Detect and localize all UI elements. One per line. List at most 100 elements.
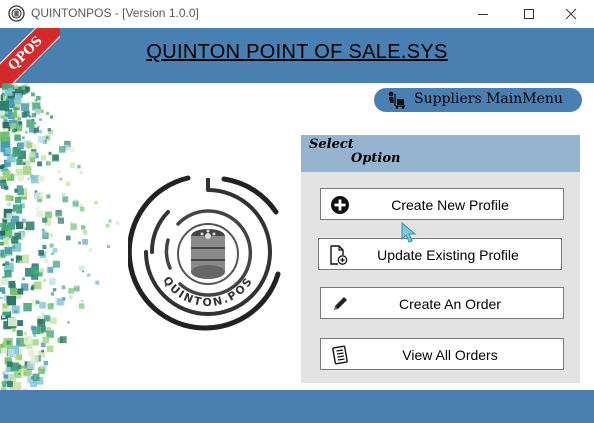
mosaic-tile xyxy=(51,252,54,255)
mosaic-tile xyxy=(74,199,78,203)
mosaic-tile xyxy=(46,194,51,199)
mosaic-tile xyxy=(83,233,87,237)
mosaic-tile xyxy=(29,151,36,158)
mosaic-tile xyxy=(30,376,35,380)
mosaic-tile xyxy=(9,287,17,295)
ribbon-label: QPOS xyxy=(0,28,60,88)
mosaic-tile xyxy=(47,128,51,132)
maximize-button[interactable] xyxy=(506,0,552,28)
mosaic-tile xyxy=(4,270,12,278)
mosaic-tile xyxy=(33,192,41,200)
window-titlebar: QUINTONPOS - [Version 1.0.0] xyxy=(0,0,594,28)
mosaic-tile xyxy=(12,382,22,390)
mosaic-tile xyxy=(58,170,61,173)
mosaic-tile xyxy=(10,109,13,112)
mosaic-tile xyxy=(4,185,9,190)
mosaic-tile xyxy=(53,260,60,268)
suppliers-mainmenu-button[interactable]: Suppliers MainMenu xyxy=(374,88,582,112)
mosaic-tile xyxy=(44,258,49,263)
mosaic-tile xyxy=(0,287,5,293)
mosaic-tile xyxy=(39,268,44,273)
mosaic-tile xyxy=(41,312,44,315)
mosaic-tile xyxy=(32,144,37,149)
mosaic-tile xyxy=(88,247,93,252)
mosaic-tile xyxy=(49,278,56,285)
mosaic-tile xyxy=(69,295,73,299)
mosaic-tile xyxy=(5,236,9,240)
mosaic-tile xyxy=(7,349,15,356)
mosaic-tile xyxy=(57,298,65,306)
mosaic-tile xyxy=(42,217,48,223)
header-bar: QUINTON POINT OF SALE.SYS xyxy=(0,28,594,83)
create-new-profile-button[interactable]: Create New Profile xyxy=(320,188,564,220)
mosaic-tile xyxy=(33,127,39,133)
mosaic-tile xyxy=(14,310,18,313)
mosaic-tile xyxy=(30,286,35,291)
mosaic-tile xyxy=(40,109,44,113)
mosaic-tile xyxy=(40,342,46,348)
mosaic-tile xyxy=(22,136,25,139)
mosaic-tile xyxy=(1,164,5,168)
close-button[interactable] xyxy=(548,0,594,28)
mosaic-tile xyxy=(37,319,46,328)
mosaic-tile xyxy=(23,302,32,312)
update-existing-profile-label: Update Existing Profile xyxy=(377,247,519,263)
mosaic-tile xyxy=(87,273,91,277)
minimize-button[interactable] xyxy=(460,0,506,28)
mosaic-tile xyxy=(29,127,34,133)
mosaic-tile xyxy=(42,244,47,250)
mosaic-tile xyxy=(2,121,9,129)
supplier-trolley-icon xyxy=(388,91,405,109)
mosaic-tile xyxy=(14,128,18,132)
mosaic-tile xyxy=(0,242,4,246)
page-title: QUINTON POINT OF SALE.SYS xyxy=(146,41,448,63)
mosaic-tile xyxy=(12,148,22,157)
mosaic-tile xyxy=(45,136,49,139)
update-existing-profile-button[interactable]: Update Existing Profile xyxy=(318,238,562,270)
mosaic-tile xyxy=(45,211,52,219)
mosaic-tile xyxy=(23,331,27,336)
mosaic-tile xyxy=(23,162,26,165)
footer-bar xyxy=(0,390,594,423)
options-heading-select: Select xyxy=(309,137,354,152)
mosaic-tile xyxy=(50,292,55,296)
mosaic-tile xyxy=(6,340,11,345)
options-panel-header: Select Option xyxy=(301,135,580,172)
mosaic-tile xyxy=(5,261,10,266)
mosaic-tile xyxy=(16,221,24,229)
mosaic-tile xyxy=(1,380,5,385)
mosaic-tile xyxy=(31,113,37,118)
mosaic-tile xyxy=(72,205,76,208)
mosaic-tile xyxy=(68,288,74,294)
mosaic-tile xyxy=(0,100,9,110)
view-all-orders-button[interactable]: View All Orders xyxy=(320,338,564,370)
mosaic-tile xyxy=(77,241,82,245)
mosaic-tile xyxy=(49,233,53,237)
mosaic-tile xyxy=(26,142,33,149)
mosaic-tile xyxy=(57,217,64,224)
mosaic-tile xyxy=(23,369,31,377)
mosaic-tile xyxy=(22,92,26,95)
mosaic-tile xyxy=(14,85,19,89)
mosaic-tile xyxy=(7,202,11,207)
mosaic-tile xyxy=(79,206,85,212)
mosaic-tile xyxy=(10,83,13,85)
create-an-order-label: Create An Order xyxy=(399,296,501,312)
mosaic-tile xyxy=(30,174,34,179)
mosaic-tile xyxy=(46,327,51,331)
mosaic-tile xyxy=(47,303,54,310)
options-panel: Select Option Create New Profile Update … xyxy=(301,135,580,383)
mosaic-tile xyxy=(52,288,57,292)
mosaic-tile xyxy=(41,349,44,353)
mosaic-tile xyxy=(59,177,63,181)
mosaic-tile xyxy=(25,86,31,92)
mosaic-tile xyxy=(1,224,9,231)
mosaic-tile xyxy=(47,161,52,166)
mosaic-tile xyxy=(2,83,9,90)
create-an-order-button[interactable]: Create An Order xyxy=(320,287,564,319)
mosaic-tile xyxy=(67,321,70,324)
mosaic-tile xyxy=(78,303,85,309)
window-title: QUINTONPOS - [Version 1.0.0] xyxy=(31,6,199,20)
mosaic-tile xyxy=(23,166,32,175)
mosaic-tile xyxy=(53,154,59,160)
